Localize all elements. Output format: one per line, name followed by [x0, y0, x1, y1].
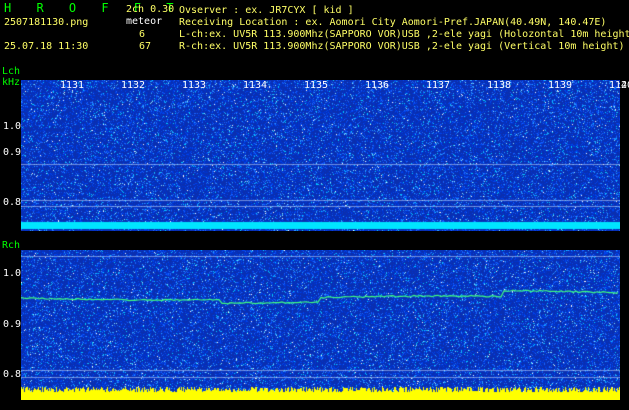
time-tick-10: 2: [621, 80, 628, 91]
rch-spectrogram-canvas: [21, 250, 620, 400]
lch-ytick-3: 0.8: [3, 197, 22, 208]
lch-spectrogram-canvas: [21, 80, 620, 231]
time-tick-4: 1135: [304, 80, 329, 91]
time-tick-8: 1139: [548, 80, 573, 91]
lch-label: Lch: [2, 66, 21, 77]
lch-spectrogram: [21, 80, 620, 231]
lch-right-strip: [620, 80, 629, 231]
time-tick-3: 1134: [243, 80, 268, 91]
rch-ytick-2: 0.9: [3, 319, 22, 330]
datetime: 25.07.18 11:30: [4, 41, 89, 52]
time-tick-0: 1131: [60, 80, 85, 91]
mode-label: meteor: [126, 16, 163, 27]
rch-label: Rch: [2, 240, 21, 251]
rch-ytick-1: 1.0: [3, 268, 22, 279]
observer-line: Ovserver : ex. JR7CYX [ kid ]: [179, 5, 354, 16]
lch-unit: kHz: [2, 77, 21, 88]
time-tick-7: 1138: [487, 80, 512, 91]
time-tick-5: 1136: [365, 80, 390, 91]
rch-spectrogram: [21, 250, 620, 400]
time-tick-6: 1137: [426, 80, 451, 91]
rch-right-strip: [620, 250, 629, 400]
lch-ytick-1: 1.0: [3, 121, 22, 132]
location-line: Receiving Location : ex. Aomori City Aom…: [179, 17, 607, 28]
rch-ytick-3: 0.8: [3, 369, 22, 380]
time-tick-1: 1132: [121, 80, 146, 91]
lch-receiver-line: L-ch:ex. UV5R 113.900Mhz(SAPPORO VOR)USB…: [179, 29, 629, 40]
filename: 2507181130.png: [4, 17, 89, 28]
rch-meteor-count: 67: [139, 41, 152, 52]
channel-info: 2ch 0.30: [126, 4, 175, 15]
rch-receiver-line: R-ch:ex. UV5R 113.900Mhz(SAPPORO VOR)USB…: [179, 41, 625, 52]
lch-ytick-2: 0.9: [3, 147, 22, 158]
time-tick-2: 1133: [182, 80, 207, 91]
lch-meteor-count: 6: [139, 29, 146, 40]
